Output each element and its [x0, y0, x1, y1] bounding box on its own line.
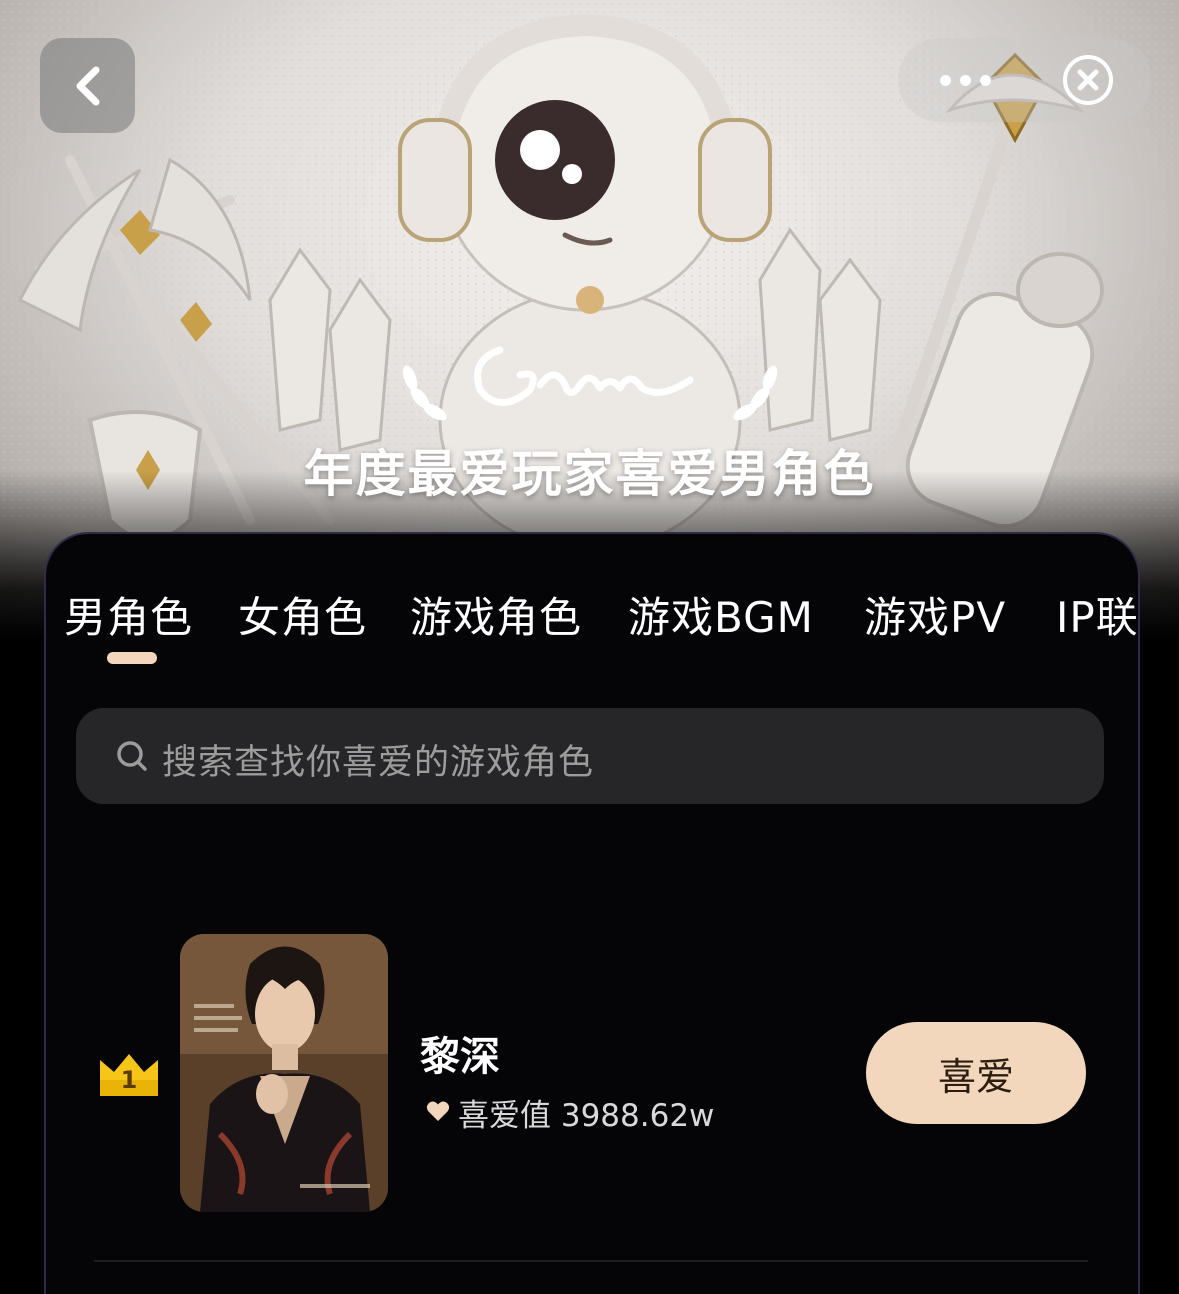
character-portrait: [180, 934, 388, 1212]
more-dots-icon[interactable]: [930, 62, 1000, 98]
more-dot: [939, 74, 951, 86]
tab-game-pv[interactable]: 游戏PV: [864, 584, 1006, 645]
character-name: 黎深: [420, 1034, 500, 1080]
tab-male-characters[interactable]: 男角色: [64, 584, 193, 645]
back-button[interactable]: [40, 38, 135, 133]
heart-icon: [426, 1101, 450, 1121]
search-placeholder: 搜索查找你喜爱的游戏角色: [162, 743, 595, 783]
list-divider: [94, 1260, 1088, 1262]
love-score: 喜爱值 3988.62w: [458, 1098, 715, 1134]
search-input[interactable]: 搜索查找你喜爱的游戏角色: [76, 708, 1104, 804]
content-panel: 男角色 女角色 游戏角色 游戏BGM 游戏PV IP联 搜索查找你喜爱的游戏角色…: [44, 532, 1140, 1294]
search-icon: [117, 741, 147, 771]
chevron-left-icon: [76, 66, 99, 105]
close-circle-icon[interactable]: [1063, 55, 1113, 105]
character-cover-image[interactable]: [180, 934, 388, 1212]
list-item: 1 黎深 喜爱值 3988.62w 喜爱: [46, 924, 1138, 1224]
tab-ip-collab[interactable]: IP联: [1056, 584, 1138, 645]
page-title: 年度最爱玩家喜爱男角色: [303, 445, 876, 503]
more-dot: [979, 74, 991, 86]
tab-game-bgm[interactable]: 游戏BGM: [628, 584, 814, 645]
like-button[interactable]: 喜爱: [866, 1022, 1086, 1124]
more-dot: [959, 74, 971, 86]
rank-number: 1: [120, 1066, 138, 1094]
close-x-glyph: [1077, 69, 1099, 91]
game-logo: [474, 346, 694, 406]
tab-game-characters[interactable]: 游戏角色: [410, 584, 582, 645]
active-tab-indicator: [107, 652, 157, 664]
tab-female-characters[interactable]: 女角色: [238, 584, 367, 645]
